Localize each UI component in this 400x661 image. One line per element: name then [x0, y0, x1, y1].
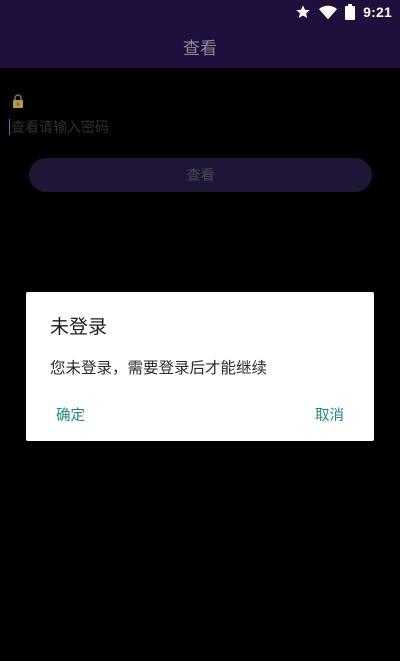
login-required-dialog: 未登录 您未登录，需要登录后才能继续 确定 取消 [26, 292, 374, 441]
status-icons: 9:21 [295, 3, 392, 21]
battery-icon [345, 4, 356, 20]
page-title: 查看 [183, 38, 217, 59]
cancel-button[interactable]: 取消 [309, 404, 350, 425]
app-bar: 查看 [0, 24, 400, 68]
confirm-button[interactable]: 确定 [50, 404, 91, 425]
lock-icon [12, 93, 24, 108]
view-button-label: 查看 [186, 168, 215, 184]
view-button[interactable]: 查看 [29, 158, 372, 192]
wifi-icon [319, 5, 338, 20]
dialog-message: 您未登录，需要登录后才能继续 [50, 359, 268, 377]
star-icon [295, 4, 311, 20]
screen: 9:21 查看 查看请输入密码 查看 未登录 您未登录，需要登录后才能继续 确定… [0, 0, 400, 661]
text-cursor [9, 119, 10, 135]
status-bar: 9:21 [0, 0, 400, 24]
dialog-title: 未登录 [50, 316, 108, 338]
password-input[interactable]: 查看请输入密码 [9, 117, 391, 137]
password-placeholder: 查看请输入密码 [11, 120, 109, 136]
status-time: 9:21 [363, 4, 392, 20]
